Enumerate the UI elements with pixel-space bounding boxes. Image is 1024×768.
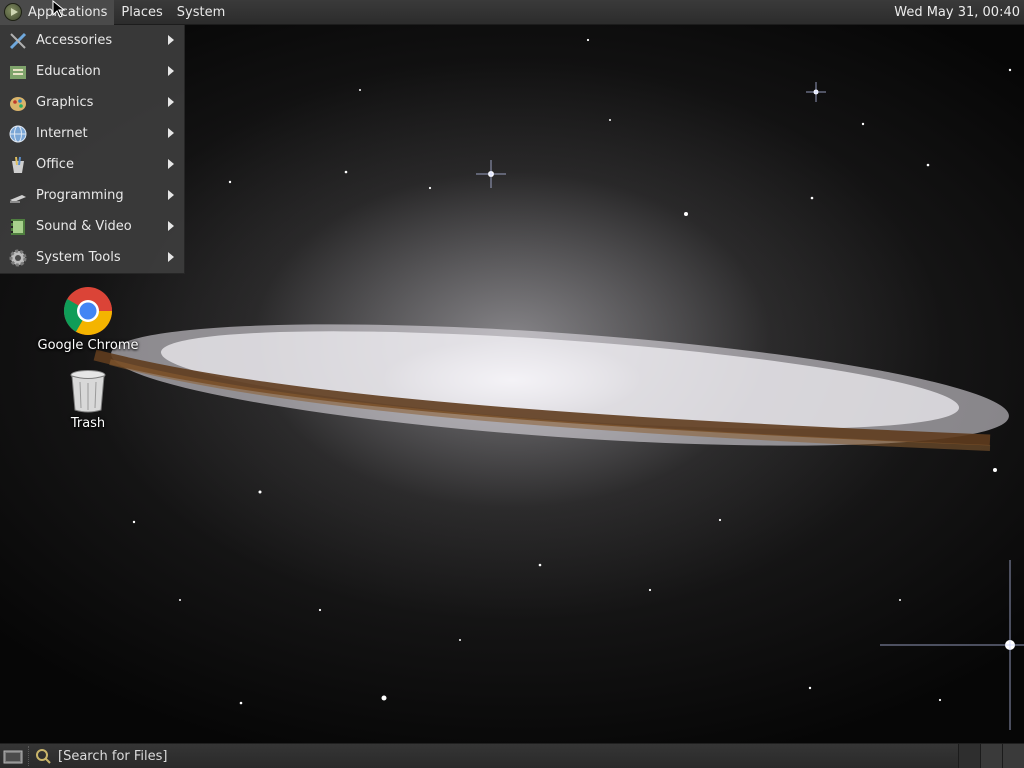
desktop-icon-label: Trash — [70, 416, 106, 431]
menu-item-label: Education — [36, 64, 101, 79]
applications-dropdown-menu: Accessories Education Graphics Internet … — [0, 25, 185, 274]
clock[interactable]: Wed May 31, 00:40 — [894, 5, 1024, 20]
submenu-arrow-icon — [168, 35, 174, 45]
accessories-icon — [7, 30, 28, 51]
menu-item-system-tools[interactable]: System Tools — [0, 242, 184, 273]
desktop-icon-google-chrome[interactable]: Google Chrome — [33, 286, 143, 353]
education-icon — [7, 61, 28, 82]
desktop-icon-label: Google Chrome — [37, 338, 139, 353]
office-icon — [7, 154, 28, 175]
programming-icon — [7, 185, 28, 206]
submenu-arrow-icon — [168, 252, 174, 262]
menu-item-education[interactable]: Education — [0, 56, 184, 87]
places-menu-label: Places — [121, 4, 163, 20]
applications-menu-label: Applications — [28, 4, 108, 20]
menu-item-programming[interactable]: Programming — [0, 180, 184, 211]
menu-item-graphics[interactable]: Graphics — [0, 87, 184, 118]
menu-item-label: Accessories — [36, 33, 113, 48]
submenu-arrow-icon — [168, 221, 174, 231]
workspace-3[interactable] — [1002, 743, 1024, 768]
system-menu-button[interactable]: System — [170, 0, 232, 25]
internet-globe-icon — [7, 123, 28, 144]
menu-item-office[interactable]: Office — [0, 149, 184, 180]
submenu-arrow-icon — [168, 128, 174, 138]
menu-item-label: Internet — [36, 126, 88, 141]
places-menu-button[interactable]: Places — [114, 0, 169, 25]
workspace-2[interactable] — [980, 743, 1002, 768]
submenu-arrow-icon — [168, 190, 174, 200]
submenu-arrow-icon — [168, 66, 174, 76]
menu-item-label: Programming — [36, 188, 124, 203]
menu-item-label: System Tools — [36, 250, 121, 265]
workspace-switcher — [958, 743, 1024, 768]
top-panel: Applications Places System Wed May 31, 0… — [0, 0, 1024, 25]
system-tools-gear-icon — [7, 247, 28, 268]
workspace-1[interactable] — [958, 743, 980, 768]
trash-icon — [70, 370, 106, 413]
menu-item-label: Graphics — [36, 95, 94, 110]
graphics-icon — [7, 92, 28, 113]
desktop-icon-trash[interactable]: Trash — [33, 368, 143, 431]
show-desktop-button[interactable] — [2, 747, 24, 765]
bottom-panel: [Search for Files] — [0, 743, 1024, 768]
menu-item-sound-video[interactable]: Sound & Video — [0, 211, 184, 242]
mouse-pointer-icon — [52, 0, 66, 18]
chrome-icon — [63, 287, 113, 336]
search-for-files-field[interactable]: [Search for Files] — [58, 749, 167, 764]
search-icon — [34, 747, 52, 765]
submenu-arrow-icon — [168, 159, 174, 169]
show-desktop-icon — [3, 750, 23, 764]
submenu-arrow-icon — [168, 97, 174, 107]
menu-item-internet[interactable]: Internet — [0, 118, 184, 149]
system-menu-label: System — [176, 4, 226, 20]
distro-logo-icon — [4, 3, 22, 21]
menu-item-label: Sound & Video — [36, 219, 132, 234]
menu-item-accessories[interactable]: Accessories — [0, 25, 184, 56]
sound-video-icon — [7, 216, 28, 237]
panel-separator — [28, 746, 30, 766]
menu-item-label: Office — [36, 157, 74, 172]
